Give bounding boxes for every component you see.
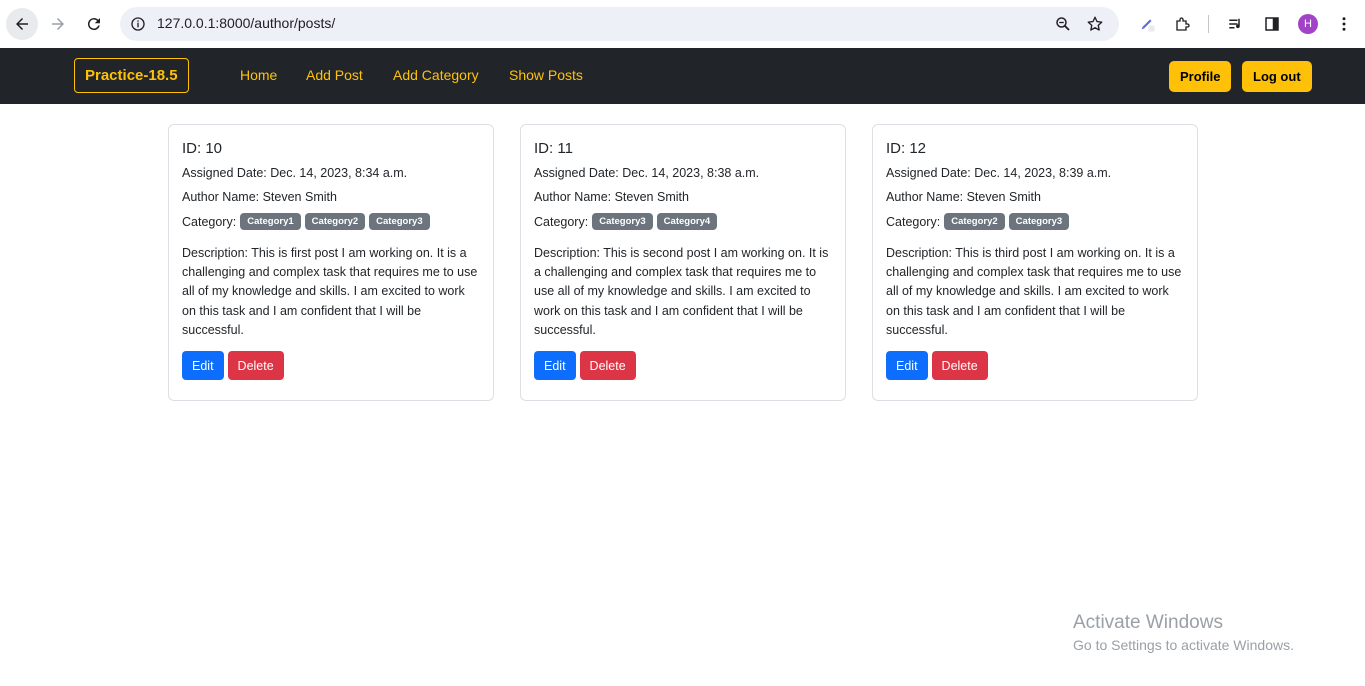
post-categories: Category: Category3 Category4 [534, 213, 832, 230]
category-badge: Category3 [1008, 213, 1070, 230]
edit-button[interactable]: Edit [534, 351, 576, 381]
profile-button[interactable]: Profile [1169, 61, 1232, 92]
category-label: Category: [886, 214, 941, 229]
post-card: ID: 12 Assigned Date: Dec. 14, 2023, 8:3… [872, 124, 1198, 401]
brand-link[interactable]: Practice-18.5 [74, 58, 189, 93]
bookmark-star-icon[interactable] [1086, 15, 1104, 33]
toolbar-divider [1208, 15, 1209, 33]
category-label: Category: [182, 214, 237, 229]
extension-pen-icon[interactable] [1137, 14, 1157, 34]
forward-button[interactable] [42, 8, 74, 40]
post-categories: Category: Category2 Category3 [886, 213, 1184, 230]
post-id: ID: 10 [182, 140, 223, 157]
post-assigned-date: Assigned Date: Dec. 14, 2023, 8:39 a.m. [886, 166, 1112, 180]
category-badge: Category1 [240, 213, 301, 230]
nav-link-add-category[interactable]: Add Category [393, 67, 479, 83]
post-description: Description: This is third post I am wor… [886, 246, 1182, 337]
edit-button[interactable]: Edit [182, 351, 224, 381]
browser-toolbar: 127.0.0.1:8000/author/posts/ H [0, 0, 1365, 48]
activate-windows-title: Activate Windows [1073, 612, 1223, 633]
delete-button[interactable]: Delete [579, 351, 636, 381]
post-author: Author Name: Steven Smith [534, 190, 689, 204]
post-author: Author Name: Steven Smith [886, 190, 1041, 204]
menu-kebab-icon[interactable] [1334, 14, 1354, 34]
category-badge: Category3 [592, 213, 653, 230]
category-badge: Category3 [369, 213, 430, 230]
side-panel-icon[interactable] [1262, 14, 1282, 34]
reload-icon [87, 18, 100, 31]
post-assigned-date: Assigned Date: Dec. 14, 2023, 8:38 a.m. [534, 166, 760, 180]
post-actions: Edit Delete [182, 351, 480, 381]
nav-link-add-post[interactable]: Add Post [306, 67, 363, 83]
post-card: ID: 11 Assigned Date: Dec. 14, 2023, 8:3… [520, 124, 846, 401]
post-categories: Category: Category1 Category2 Category3 [182, 213, 480, 230]
delete-button[interactable]: Delete [227, 351, 284, 381]
address-bar[interactable]: 127.0.0.1:8000/author/posts/ [120, 7, 1119, 41]
category-badge: Category4 [656, 213, 718, 230]
delete-button[interactable]: Delete [931, 351, 988, 381]
nav-link-home[interactable]: Home [240, 67, 277, 83]
category-label: Category: [534, 214, 589, 229]
arrow-left-icon [16, 18, 28, 30]
zoom-icon[interactable] [1054, 15, 1072, 33]
post-assigned-date: Assigned Date: Dec. 14, 2023, 8:34 a.m. [182, 166, 408, 180]
reload-button[interactable] [78, 8, 110, 40]
post-actions: Edit Delete [534, 351, 832, 381]
post-id: ID: 12 [886, 140, 927, 157]
post-author: Author Name: Steven Smith [182, 190, 337, 204]
edit-button[interactable]: Edit [886, 351, 928, 381]
site-navbar: Practice-18.5 Home Add Post Add Category… [0, 48, 1365, 104]
post-description: Description: This is first post I am wor… [182, 246, 478, 337]
category-badge: Category2 [944, 213, 1005, 230]
arrow-right-icon [52, 18, 64, 30]
info-icon[interactable] [128, 14, 148, 34]
url-text[interactable]: 127.0.0.1:8000/author/posts/ [157, 15, 335, 31]
post-id: ID: 11 [534, 140, 573, 157]
extensions-puzzle-icon[interactable] [1173, 14, 1193, 34]
post-actions: Edit Delete [886, 351, 1184, 381]
activate-windows-subtitle: Go to Settings to activate Windows. [1073, 637, 1294, 653]
media-queue-icon[interactable] [1226, 14, 1246, 34]
category-badge: Category2 [304, 213, 366, 230]
logout-button[interactable]: Log out [1242, 61, 1312, 92]
post-card: ID: 10 Assigned Date: Dec. 14, 2023, 8:3… [168, 124, 494, 401]
post-description: Description: This is second post I am wo… [534, 246, 829, 337]
nav-link-show-posts[interactable]: Show Posts [509, 67, 583, 83]
profile-avatar[interactable]: H [1298, 14, 1318, 34]
back-button[interactable] [6, 8, 38, 40]
